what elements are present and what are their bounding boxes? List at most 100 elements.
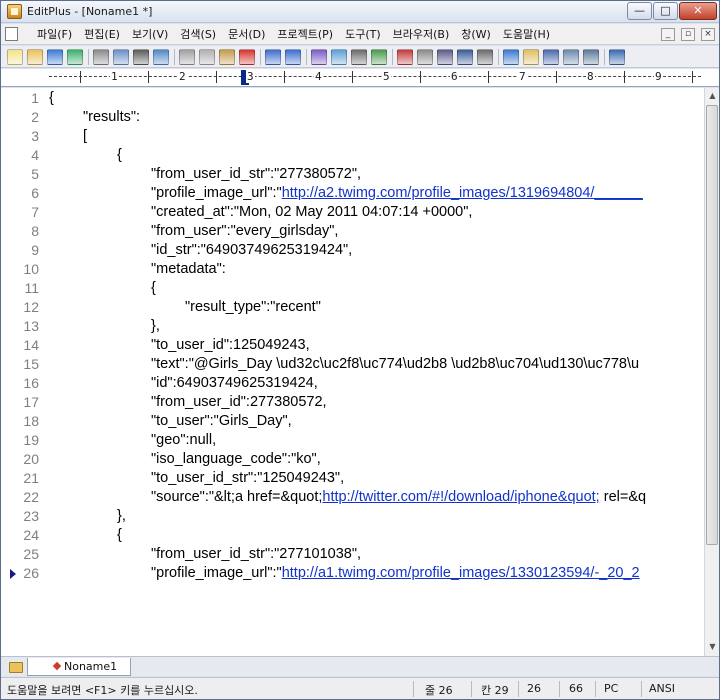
line-number: 2 [31,109,39,125]
font-icon[interactable] [397,49,413,65]
code-line[interactable]: 17 "from_user_id":277380572, [1,393,704,412]
select-all-icon[interactable] [351,49,367,65]
folder-icon[interactable] [9,662,23,673]
code-line[interactable]: 2 "results": [1,108,704,127]
code-line[interactable]: 9 "id_str":"64903749625319424", [1,241,704,260]
code-line[interactable]: 3[ [1,127,704,146]
copy-icon[interactable] [199,49,215,65]
menu-item[interactable]: 브라우저(B) [387,27,456,42]
code-line[interactable]: 14 "to_user_id":125049243, [1,336,704,355]
replace-icon[interactable] [331,49,347,65]
close-button[interactable]: ✕ [679,2,717,20]
document-tab-bar: Noname1 [1,656,719,676]
context-help-icon[interactable] [609,49,625,65]
scroll-down-arrow-icon[interactable]: ▼ [706,640,719,654]
menu-items: 파일(F) 편집(E) 보기(V) 검색(S) 문서(D) 프로젝트(P) 도구(T) 브라우… [31,27,556,42]
menu-item[interactable]: 도움말(H) [497,27,556,42]
browser-preview-icon[interactable] [153,49,169,65]
scrollbar-thumb[interactable] [706,105,718,545]
title-bar[interactable]: EditPlus - [Noname1 *] — □ ✕ [1,1,719,23]
code-token: "source":"&lt;a href=&quot; [151,489,323,505]
menu-item[interactable]: 검색(S) [174,27,222,42]
word-wrap-icon[interactable] [437,49,453,65]
url-link[interactable]: http://a2.twimg.com/profile_images/13196… [282,185,643,201]
fullscreen-icon[interactable] [583,49,599,65]
hex-icon[interactable] [417,49,433,65]
code-text: "from_user_id":277380572, [151,393,327,412]
menu-item[interactable]: 보기(V) [126,27,174,42]
menu-item[interactable]: 도구(T) [339,27,387,42]
directory-window-icon[interactable] [523,49,539,65]
code-line[interactable]: 4{ [1,146,704,165]
menu-item[interactable]: 창(W) [455,27,497,42]
code-line[interactable]: 5 "from_user_id_str":"277380572", [1,165,704,184]
menu-item[interactable]: 프로젝트(P) [271,27,339,42]
code-token: "result_type":"recent" [185,299,321,315]
find-icon[interactable] [311,49,327,65]
menu-item[interactable]: 편집(E) [78,27,126,42]
vertical-scrollbar[interactable]: ▲ ▼ [704,88,719,656]
line-number-icon[interactable] [457,49,473,65]
cut-icon[interactable] [179,49,195,65]
code-line[interactable]: 11 { [1,279,704,298]
code-line[interactable]: 26 "profile_image_url":"http://a1.twimg.c… [1,564,704,583]
code-line[interactable]: 10 "metadata": [1,260,704,279]
undo-icon[interactable] [265,49,281,65]
paste-icon[interactable] [219,49,235,65]
code-line[interactable]: 21 "to_user_id_str":"125049243", [1,469,704,488]
print-preview-icon[interactable] [113,49,129,65]
menu-item[interactable]: 문서(D) [222,27,271,42]
code-line[interactable]: 8 "from_user":"every_girlsday", [1,222,704,241]
line-number: 14 [23,337,39,353]
ruler-number: 1 [110,70,119,83]
ruler-number: 8 [586,70,595,83]
open-file-icon[interactable] [27,49,43,65]
code-line[interactable]: 18 "to_user":"Girls_Day", [1,412,704,431]
editor-area[interactable]: 1{2 "results": 3[4{5 "from_user_id_str":"27… [1,88,704,656]
minimize-button[interactable]: — [627,2,652,20]
maximize-button[interactable]: □ [653,2,678,20]
code-line[interactable]: 16 "id":64903749625319424, [1,374,704,393]
code-line[interactable]: 7 "created_at":"Mon, 02 May 2011 04:07:14… [1,203,704,222]
code-line[interactable]: 23}, [1,507,704,526]
code-token: [ [83,128,88,144]
menu-item[interactable]: 파일(F) [31,27,78,42]
code-line[interactable]: 15 "text":"@Girls_Day \ud32c\uc2f8\uc774\… [1,355,704,374]
code-line[interactable]: 13}, [1,317,704,336]
url-link[interactable]: http://twitter.com/#!/download/iphone&qu… [322,489,599,505]
indent-icon[interactable] [371,49,387,65]
code-line[interactable]: 22 "source":"&lt;a href=&quot;http://twit… [1,488,704,507]
print-icon[interactable] [93,49,109,65]
code-text: "result_type":"recent" [185,298,321,317]
mdi-close-button[interactable]: × [701,28,715,41]
code-line[interactable]: 1{ [1,89,704,108]
scroll-up-arrow-icon[interactable]: ▲ [706,89,719,103]
code-line[interactable]: 24 { [1,526,704,545]
mdi-minimize-button[interactable]: _ [661,28,675,41]
code-line[interactable]: 20 "iso_language_code":"ko", [1,450,704,469]
output-window-icon[interactable] [543,49,559,65]
line-number: 8 [31,223,39,239]
cliptext-icon[interactable] [563,49,579,65]
editplus-app-icon[interactable] [7,4,22,19]
ruler-icon[interactable] [477,49,493,65]
redo-icon[interactable] [285,49,301,65]
delete-icon[interactable] [239,49,255,65]
spell-icon[interactable] [503,49,519,65]
spellcheck-icon[interactable] [133,49,149,65]
url-link[interactable]: http://a1.twimg.com/profile_images/13301… [282,565,640,581]
code-text: "text":"@Girls_Day \ud32c\uc2f8\uc774\ud… [151,355,639,374]
save-all-icon[interactable] [67,49,83,65]
code-token: "from_user":"every_girlsday", [151,223,339,239]
code-line[interactable]: 25 "from_user_id_str":"277101038", [1,545,704,564]
code-line[interactable]: 12 "result_type":"recent" [1,298,704,317]
code-line[interactable]: 19 "geo":null, [1,431,704,450]
code-token: "created_at":"Mon, 02 May 2011 04:07:14 … [151,204,473,220]
new-file-icon[interactable] [7,49,23,65]
line-number: 1 [31,90,39,106]
save-icon[interactable] [47,49,63,65]
document-icon[interactable] [5,27,18,41]
mdi-restore-button[interactable]: ▫ [681,28,695,41]
tab-noname1[interactable]: Noname1 [27,658,131,676]
code-line[interactable]: 6 "profile_image_url":"http://a2.twimg.co… [1,184,704,203]
